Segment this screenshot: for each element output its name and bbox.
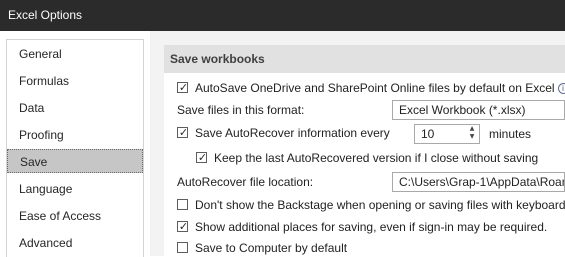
sidebar-item-data[interactable]: Data (7, 96, 143, 120)
show-additional-places-option[interactable]: ✓ Show additional places for saving, eve… (177, 218, 565, 236)
dont-show-backstage-checkbox[interactable] (177, 199, 188, 210)
sidebar-item-general[interactable]: General (7, 42, 143, 66)
options-panel: Save workbooks ✓ AutoSave OneDrive and S… (150, 31, 565, 256)
section-header: Save workbooks (164, 45, 565, 73)
check-icon: ✓ (178, 81, 189, 94)
sidebar-item-formulas[interactable]: Formulas (7, 69, 143, 93)
window-title: Excel Options (8, 8, 83, 22)
autorecover-option[interactable]: ✓ Save AutoRecover information every (177, 124, 397, 142)
section-title: Save workbooks (170, 52, 265, 66)
keep-last-option[interactable]: ✓ Keep the last AutoRecovered version if… (196, 149, 565, 167)
save-to-computer-label: Save to Computer by default (195, 241, 348, 255)
autorecover-checkbox[interactable]: ✓ (177, 126, 188, 139)
autorecover-location-input[interactable]: C:\Users\Grap-1\AppData\Roaming (392, 172, 565, 192)
dont-show-backstage-option[interactable]: Don't show the Backstage when opening or… (177, 196, 565, 214)
keep-last-checkbox[interactable]: ✓ (196, 151, 207, 164)
title-bar: Excel Options (0, 0, 565, 31)
autorecover-location-label: AutoRecover file location: (177, 175, 314, 189)
autorecover-minutes-value: 10 (421, 127, 435, 141)
autorecover-label: Save AutoRecover information every (195, 126, 390, 140)
show-additional-places-checkbox[interactable]: ✓ (177, 220, 188, 233)
show-additional-places-label: Show additional places for saving, even … (195, 220, 548, 234)
save-to-computer-option[interactable]: Save to Computer by default (177, 239, 565, 257)
autosave-onedrive-label: AutoSave OneDrive and SharePoint Online … (195, 81, 555, 95)
save-format-label: Save files in this format: (177, 103, 305, 117)
autorecover-minutes-spinner[interactable]: 10 ▲ ▼ (414, 124, 480, 144)
options-content: Save workbooks ✓ AutoSave OneDrive and S… (164, 45, 565, 256)
check-icon: ✓ (197, 151, 208, 164)
save-to-computer-checkbox[interactable] (177, 242, 188, 253)
info-icon[interactable]: i (557, 83, 565, 94)
sidebar-item-language[interactable]: Language (7, 177, 143, 201)
sidebar-item-save[interactable]: Save (7, 149, 143, 173)
sidebar-item-advanced[interactable]: Advanced (7, 231, 143, 255)
save-format-dropdown[interactable]: Excel Workbook (*.xlsx) (392, 100, 565, 120)
spin-up-icon[interactable]: ▲ (470, 125, 475, 132)
keep-last-label: Keep the last AutoRecovered version if I… (214, 151, 539, 165)
spin-down-icon[interactable]: ▼ (470, 133, 475, 140)
sidebar-item-ease-of-access[interactable]: Ease of Access (7, 204, 143, 228)
autosave-onedrive-checkbox[interactable]: ✓ (177, 81, 188, 94)
sidebar-list: General Formulas Data Proofing Save Lang… (6, 39, 144, 257)
dont-show-backstage-label: Don't show the Backstage when opening or… (195, 198, 565, 212)
check-icon: ✓ (178, 220, 189, 233)
sidebar-item-proofing[interactable]: Proofing (7, 123, 143, 147)
sidebar: General Formulas Data Proofing Save Lang… (0, 31, 150, 257)
check-icon: ✓ (178, 126, 189, 139)
minutes-label: minutes (489, 127, 532, 141)
autosave-onedrive-option[interactable]: ✓ AutoSave OneDrive and SharePoint Onlin… (177, 79, 565, 97)
